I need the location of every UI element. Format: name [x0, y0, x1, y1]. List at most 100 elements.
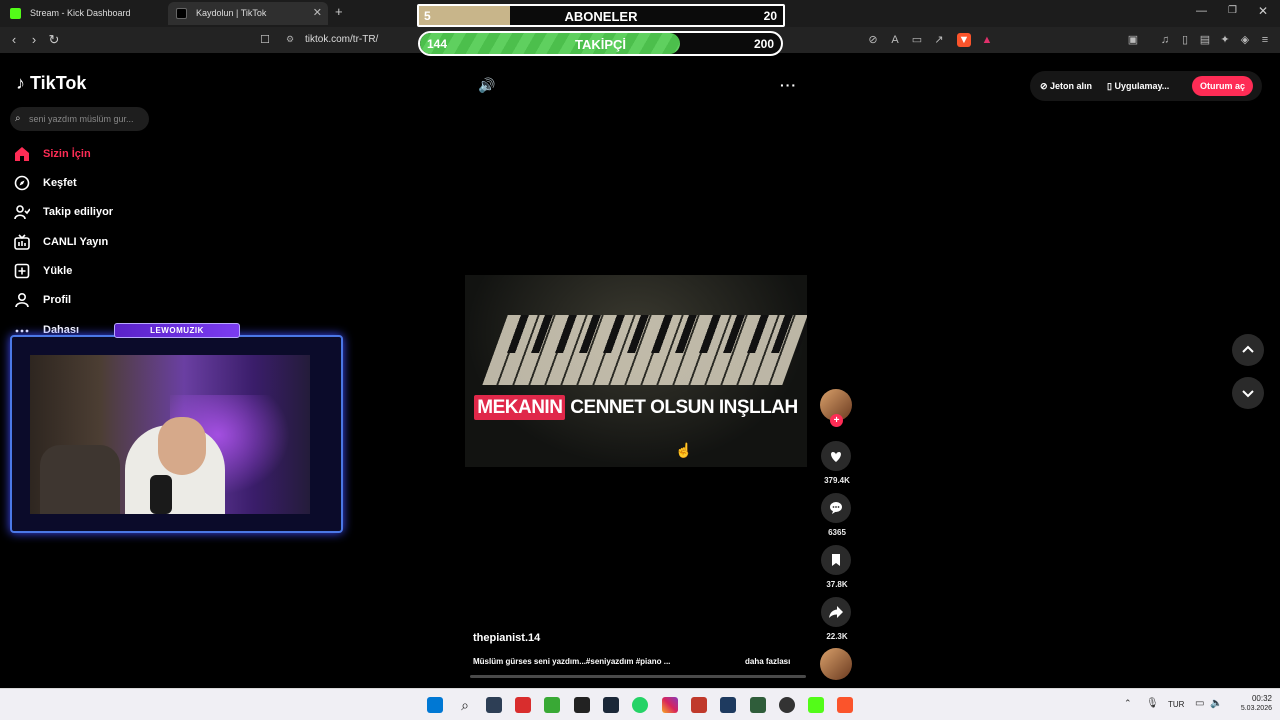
comment-icon: [830, 502, 842, 514]
like-button[interactable]: [821, 441, 851, 471]
coin-icon: ⊘: [1040, 81, 1051, 91]
wallet-icon[interactable]: ▤: [1198, 33, 1212, 47]
app-red-icon[interactable]: [515, 697, 531, 713]
brave-rewards-icon[interactable]: ▲: [980, 33, 994, 47]
followers-goal-bar: 144 TAKİPÇİ 200: [418, 31, 783, 56]
tiktok-logo[interactable]: ♪ TikTok: [16, 73, 86, 94]
nav-item-live[interactable]: CANLI Yayın: [14, 232, 108, 252]
video-author[interactable]: thepianist.14: [473, 632, 540, 644]
nav-label: Takip ediliyor: [43, 206, 114, 218]
brave-taskbar-icon[interactable]: [837, 697, 853, 713]
share-page-icon[interactable]: ↗: [932, 33, 946, 47]
capcut-icon[interactable]: [720, 697, 736, 713]
home-icon: [15, 147, 29, 161]
kick-taskbar-icon[interactable]: [808, 697, 824, 713]
person-head: [158, 417, 206, 475]
steam-icon[interactable]: [603, 697, 619, 713]
nav-label: Sizin İçin: [43, 148, 91, 160]
epic-games-icon[interactable]: [574, 697, 590, 713]
close-window-icon[interactable]: ✕: [1258, 4, 1268, 18]
mic-tray-icon[interactable]: 🎙: [1146, 698, 1159, 709]
video-progress-bar[interactable]: [470, 675, 806, 678]
video-caption: MEKANIN CENNET OLSUN INŞLLAH: [465, 395, 807, 420]
save-button[interactable]: [821, 545, 851, 575]
menu-icon[interactable]: ≡: [1258, 33, 1272, 47]
upload-icon: [14, 263, 30, 279]
get-app-link[interactable]: ▯ Uygulamay...: [1107, 81, 1169, 92]
nav-item-upload[interactable]: Yükle: [14, 261, 72, 281]
volume-icon[interactable]: 🔊: [478, 77, 495, 94]
webcam-name-badge: LEWOMUZIK: [114, 323, 240, 338]
saves-count: 37.8K: [826, 580, 848, 589]
video-more-icon[interactable]: ···: [780, 77, 797, 93]
more-description-link[interactable]: daha fazlası: [745, 657, 790, 666]
url-field[interactable]: tiktok.com/tr-TR/: [305, 34, 378, 45]
cast-icon[interactable]: ▭: [910, 33, 924, 47]
nav-item-for-you[interactable]: Sizin İçin: [14, 144, 91, 164]
obs-icon[interactable]: [486, 697, 502, 713]
network-icon[interactable]: ▭: [1195, 698, 1204, 709]
sidebar-icon[interactable]: ▯: [1178, 33, 1192, 47]
video-description: Müslüm gürses seni yazdım...#seniyazdım …: [473, 657, 671, 666]
nav-item-explore[interactable]: Keşfet: [14, 173, 77, 193]
bookmark-icon: [832, 554, 840, 566]
app-dark-icon[interactable]: [779, 697, 795, 713]
forward-icon[interactable]: ›: [25, 31, 43, 49]
nav-item-following[interactable]: Takip ediliyor: [14, 202, 113, 222]
app-green-icon[interactable]: [750, 697, 766, 713]
tracking-off-icon[interactable]: ⊘: [866, 33, 880, 47]
utorrent-icon[interactable]: [544, 697, 560, 713]
login-button[interactable]: Oturum aç: [1192, 76, 1253, 96]
tiktok-icon: [176, 8, 187, 19]
share-icon: [829, 606, 843, 618]
tab-tiktok[interactable]: Kaydolun | TikTok ✕: [168, 2, 328, 25]
follow-plus-icon[interactable]: +: [830, 414, 843, 427]
shares-count: 22.3K: [826, 632, 848, 641]
next-video-button[interactable]: [1232, 377, 1264, 409]
leo-ai-icon[interactable]: ✦: [1218, 33, 1232, 47]
back-icon[interactable]: ‹: [5, 31, 23, 49]
media-icon[interactable]: ♫: [1158, 33, 1172, 47]
sound-disc-icon[interactable]: [820, 648, 852, 680]
app-record-icon[interactable]: [691, 697, 707, 713]
site-info-icon[interactable]: ⚙: [286, 34, 294, 45]
tab-title: Kaydolun | TikTok: [196, 8, 267, 18]
pillow: [40, 445, 120, 514]
tray-chevron-icon[interactable]: ⌃: [1124, 698, 1132, 709]
share-button[interactable]: [821, 597, 851, 627]
search-input[interactable]: ⌕ seni yazdım müslüm gur...: [10, 107, 149, 131]
vpn-icon[interactable]: ◈: [1238, 33, 1252, 47]
language-indicator[interactable]: TUR: [1168, 700, 1184, 709]
start-icon[interactable]: [427, 697, 443, 713]
subscribers-goal: 20: [763, 9, 777, 23]
close-tab-icon[interactable]: ✕: [313, 2, 322, 25]
tab-kick-dashboard[interactable]: Stream - Kick Dashboard: [2, 2, 166, 25]
restore-icon[interactable]: ❐: [1228, 5, 1237, 16]
new-tab-button[interactable]: +: [335, 4, 343, 19]
comment-button[interactable]: [821, 493, 851, 523]
microphone: [150, 475, 172, 514]
video-player[interactable]: MEKANIN CENNET OLSUN INŞLLAH: [465, 275, 807, 467]
tab-title: Stream - Kick Dashboard: [30, 8, 131, 18]
previous-video-button[interactable]: [1232, 334, 1264, 366]
clock-time[interactable]: 00:32: [1230, 694, 1272, 703]
instagram-icon[interactable]: [662, 697, 678, 713]
likes-count: 379.4K: [824, 476, 850, 485]
get-coins-link[interactable]: ⊘ Jeton alın: [1040, 81, 1092, 92]
chevron-down-icon: [1242, 390, 1254, 398]
webcam-feed: [30, 355, 310, 514]
nav-item-profile[interactable]: Profil: [14, 290, 71, 310]
sidebar-tabs-icon[interactable]: ▣: [1126, 33, 1140, 47]
minimize-icon[interactable]: —: [1196, 5, 1207, 17]
following-icon: [14, 205, 30, 220]
translate-icon[interactable]: A: [888, 33, 902, 47]
logo-text: TikTok: [30, 73, 87, 93]
brave-shield-icon[interactable]: ▼: [957, 33, 971, 47]
speaker-icon[interactable]: 🔈: [1210, 698, 1222, 709]
reload-icon[interactable]: ↻: [45, 31, 63, 49]
whatsapp-icon[interactable]: [632, 697, 648, 713]
search-taskbar-icon[interactable]: ⌕: [457, 697, 473, 713]
bookmark-icon[interactable]: ☐: [256, 31, 274, 49]
hand-cursor-icon: ☝: [675, 442, 693, 458]
clock-date[interactable]: 5.03.2026: [1226, 705, 1272, 712]
